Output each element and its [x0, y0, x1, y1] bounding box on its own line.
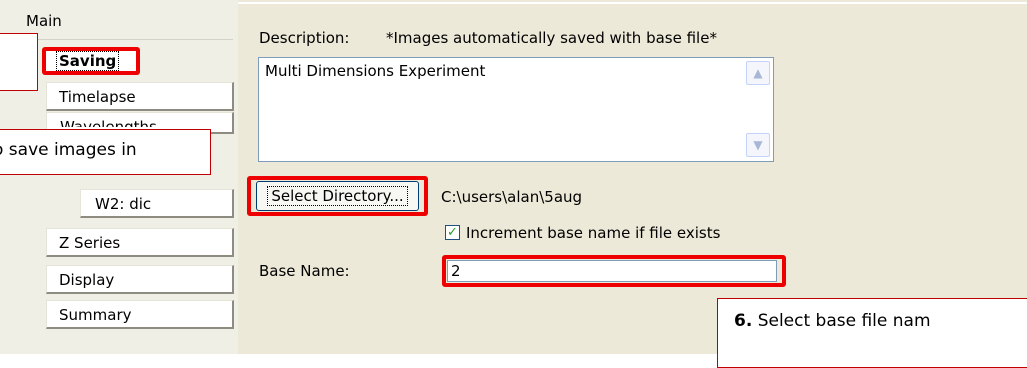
nav-item-summary-label: Summary: [59, 306, 132, 324]
increment-checkbox-label: Increment base name if file exists: [466, 224, 721, 242]
description-label: Description:: [259, 29, 350, 47]
nav-item-z-series-label: Z Series: [59, 234, 121, 252]
nav-main-label: Main: [26, 12, 62, 30]
nav-item-saving-label: Saving: [56, 51, 120, 71]
nav-item-saving[interactable]: Saving: [42, 47, 140, 75]
panel-top-edge: [238, 2, 1027, 4]
nav-item-w2-dic[interactable]: W2: dic: [80, 189, 234, 218]
base-name-label: Base Name:: [259, 262, 350, 280]
nav-item-timelapse-label: Timelapse: [59, 88, 136, 106]
nav-item-summary[interactable]: Summary: [46, 300, 234, 329]
base-name-value: 2: [451, 262, 461, 280]
callout-box-top-left: [0, 33, 38, 91]
nav-item-display[interactable]: Display: [46, 265, 234, 294]
scroll-down-icon[interactable]: ▼: [746, 133, 770, 157]
callout-step-text: Select base file nam: [752, 311, 931, 331]
increment-checkbox[interactable]: ✓: [445, 225, 460, 240]
description-value: Multi Dimensions Experiment: [265, 62, 486, 80]
scroll-up-icon[interactable]: ▲: [746, 61, 770, 85]
callout-step-6: 6. Select base file nam: [717, 298, 1027, 368]
nav-item-w2-dic-label: W2: dic: [95, 195, 152, 213]
auto-save-note: *Images automatically saved with base fi…: [386, 29, 717, 47]
nav-item-timelapse[interactable]: Timelapse: [46, 82, 234, 111]
base-name-input[interactable]: 2: [447, 260, 777, 282]
directory-path: C:\users\alan\5aug: [441, 188, 583, 206]
nav-item-display-label: Display: [59, 271, 115, 289]
callout-step-number: 6.: [734, 311, 753, 331]
select-directory-button[interactable]: Select Directory...: [256, 181, 419, 211]
description-textarea[interactable]: Multi Dimensions Experiment: [258, 57, 774, 162]
callout-save-images: o save images in: [0, 129, 211, 175]
nav-item-z-series[interactable]: Z Series: [46, 228, 234, 257]
select-directory-label: Select Directory...: [267, 186, 408, 206]
callout-save-images-text: o save images in: [0, 140, 137, 160]
